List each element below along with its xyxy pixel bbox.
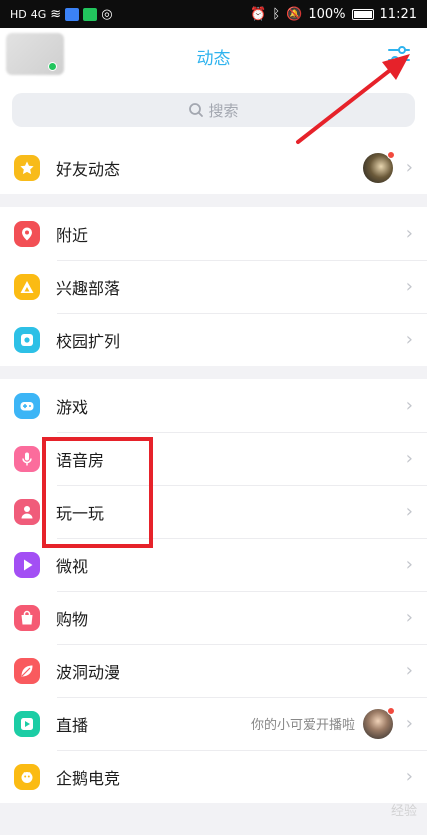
chevron-right-icon: › (405, 660, 413, 681)
clock: 11:21 (379, 6, 417, 22)
list-item-label: 直播 (56, 715, 89, 735)
chevron-right-icon: › (405, 766, 413, 787)
list-item[interactable]: 兴趣部落 › (0, 260, 427, 313)
play-icon (14, 551, 40, 578)
location-pin-icon (14, 220, 40, 247)
list-item[interactable]: 校园扩列 › (0, 313, 427, 366)
list-item-label: 游戏 (56, 397, 89, 417)
person-play-icon (14, 498, 40, 525)
notification-dot (387, 706, 395, 715)
hd-indicator: HD (10, 7, 27, 21)
chevron-right-icon: › (405, 448, 413, 469)
list-section: 附近 › 兴趣部落 › 校园扩列 › (0, 207, 427, 366)
list-section: 好友动态 › (0, 141, 427, 194)
campus-icon (14, 326, 40, 353)
triangle-tribe-icon (14, 273, 40, 300)
chevron-right-icon: › (405, 157, 413, 178)
battery-icon (351, 8, 374, 20)
chevron-right-icon: › (405, 554, 413, 575)
page-title: 动态 (196, 49, 231, 69)
list-item[interactable]: 直播 你的小可爱开播啦 › (0, 697, 427, 750)
list-item[interactable]: 购物 › (0, 591, 427, 644)
app-notification-icon (83, 7, 98, 21)
search-input[interactable]: 搜索 (12, 93, 415, 127)
list-item[interactable]: 企鹅电竞 › (0, 750, 427, 803)
live-icon (14, 710, 40, 737)
search-bar-container: 搜索 (0, 84, 427, 141)
gamepad-icon (14, 392, 40, 419)
list-item[interactable]: 附近 › (0, 207, 427, 260)
list-section: 游戏 › 语音房 › 玩一玩 › 微视 › 购物 › 波洞动漫 › 直播 你的小可爱开播啦 › 企鹅电竞 › (0, 379, 427, 803)
list-item-label: 附近 (56, 225, 89, 245)
leaf-comic-icon (14, 657, 40, 684)
chevron-right-icon: › (405, 713, 413, 734)
list-item[interactable]: 语音房 › (0, 432, 427, 485)
chevron-right-icon: › (405, 607, 413, 628)
media-icon: ◎ (101, 6, 113, 22)
chevron-right-icon: › (405, 276, 413, 297)
feature-list: 好友动态 › 附近 › 兴趣部落 › 校园扩列 › 游戏 › 语音房 › 玩一玩 › 微视 › 购物 › 波洞动漫 ›… (0, 141, 427, 803)
app-notification-icon (65, 7, 80, 21)
list-item[interactable]: 微视 › (0, 538, 427, 591)
list-item-label: 购物 (56, 609, 89, 629)
list-item-label: 好友动态 (56, 159, 121, 179)
list-item-label: 微视 (56, 556, 89, 576)
list-item-label: 校园扩列 (56, 331, 121, 351)
chevron-right-icon: › (405, 501, 413, 522)
shopping-bag-icon (14, 604, 40, 631)
list-item-label: 企鹅电竞 (56, 768, 121, 788)
friend-thumb (363, 150, 395, 183)
list-item-label: 兴趣部落 (56, 278, 121, 298)
esports-icon (14, 763, 40, 790)
status-right: ⏰ ᛒ 🔕 100% 11:21 (250, 7, 417, 22)
battery-percent: 100% (308, 6, 346, 22)
search-placeholder: 搜索 (208, 101, 239, 120)
settings-filter-icon[interactable] (385, 43, 413, 67)
header: 动态 (0, 28, 427, 84)
chevron-right-icon: › (405, 395, 413, 416)
star-icon (14, 154, 40, 181)
search-icon (189, 103, 204, 117)
microphone-icon (14, 445, 40, 472)
mute-icon: 🔕 (286, 6, 303, 22)
chevron-right-icon: › (405, 223, 413, 244)
alarm-icon: ⏰ (250, 6, 267, 22)
list-item-subtext: 你的小可爱开播啦 (250, 718, 355, 733)
section-divider (0, 194, 427, 207)
section-divider (0, 366, 427, 379)
list-item-label: 玩一玩 (56, 503, 105, 523)
live-thumb (363, 706, 395, 739)
list-item-label: 波洞动漫 (56, 662, 121, 682)
chevron-right-icon: › (405, 329, 413, 350)
network-indicator: 4G (30, 7, 47, 21)
status-left: HD 4G ≋ ◎ (10, 7, 113, 22)
bluetooth-icon: ᛒ (272, 6, 281, 22)
list-item[interactable]: 游戏 › (0, 379, 427, 432)
list-item-label: 语音房 (56, 450, 105, 470)
list-item[interactable]: 好友动态 › (0, 141, 427, 194)
notification-dot (387, 150, 395, 159)
status-bar: HD 4G ≋ ◎ ⏰ ᛒ 🔕 100% 11:21 (0, 0, 427, 28)
list-item[interactable]: 波洞动漫 › (0, 644, 427, 697)
list-item[interactable]: 玩一玩 › (0, 485, 427, 538)
watermark: 经验 (390, 804, 417, 819)
wifi-icon: ≋ (50, 6, 62, 22)
